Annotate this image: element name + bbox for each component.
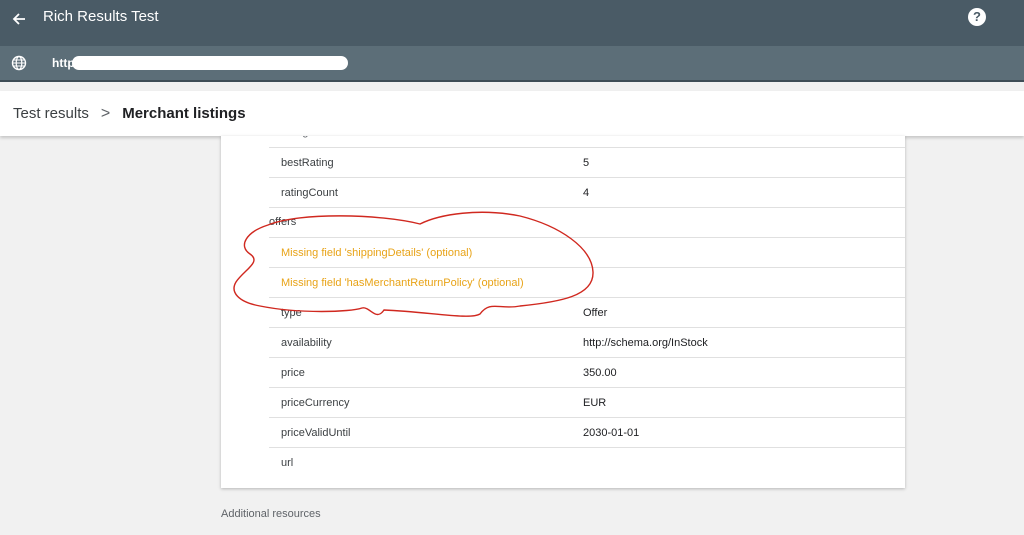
additional-resources-heading: Additional resources [221,508,321,520]
table-row: price 350.00 [269,358,905,388]
row-key: ratingCount [281,187,338,199]
table-row: priceCurrency EUR [269,388,905,418]
table-row: ratingCount 4 [269,178,905,208]
section-label: offers [269,216,297,228]
row-value: 5 [583,157,590,169]
warning-row[interactable]: Missing field 'shippingDetails' (optiona… [269,238,905,268]
row-key: bestRating [281,157,334,169]
breadcrumb-test-results[interactable]: Test results [13,105,89,122]
chevron-right-icon: > [100,104,111,122]
row-value: 5 [583,136,589,138]
arrow-left-icon[interactable] [9,9,29,29]
row-value: 350.00 [583,367,617,379]
table-row: priceValidUntil 2030-01-01 [269,418,905,448]
breadcrumb: Test results > Merchant listings [0,91,1024,136]
breadcrumb-current: Merchant listings [122,105,246,122]
section-offers: offers [269,208,905,238]
table-row: bestRating 5 [269,148,905,178]
warning-text: Missing field 'shippingDetails' (optiona… [281,247,473,259]
table-row: ratingValue 5 [269,136,905,148]
row-value: 2030-01-01 [583,427,640,439]
url-redaction [72,56,348,70]
row-key: type [281,307,302,319]
results-card: ratingValue 5 bestRating 5 ratingCount 4… [221,136,905,488]
row-key: priceCurrency [281,397,350,409]
warning-row[interactable]: Missing field 'hasMerchantReturnPolicy' … [269,268,905,298]
row-key: url [281,457,294,469]
table-row: type Offer [269,298,905,328]
app-bar: Rich Results Test ? [0,0,1024,46]
url-value-redaction [577,454,855,466]
url-bar: https: [0,46,1024,82]
globe-icon [11,55,27,71]
row-key: priceValidUntil [281,427,351,439]
url-bar-shadow [0,80,1024,82]
row-value: EUR [583,397,607,409]
row-value: 4 [583,187,590,199]
row-value: Offer [583,307,608,319]
help-circle-icon[interactable]: ? [968,8,986,26]
table-row: availability http://schema.org/InStock [269,328,905,358]
row-key: availability [281,337,332,349]
row-value: http://schema.org/InStock [583,337,708,349]
row-key: price [281,367,305,379]
app-title: Rich Results Test [43,8,159,25]
warning-text: Missing field 'hasMerchantReturnPolicy' … [281,277,524,289]
row-key: ratingValue [281,136,336,138]
